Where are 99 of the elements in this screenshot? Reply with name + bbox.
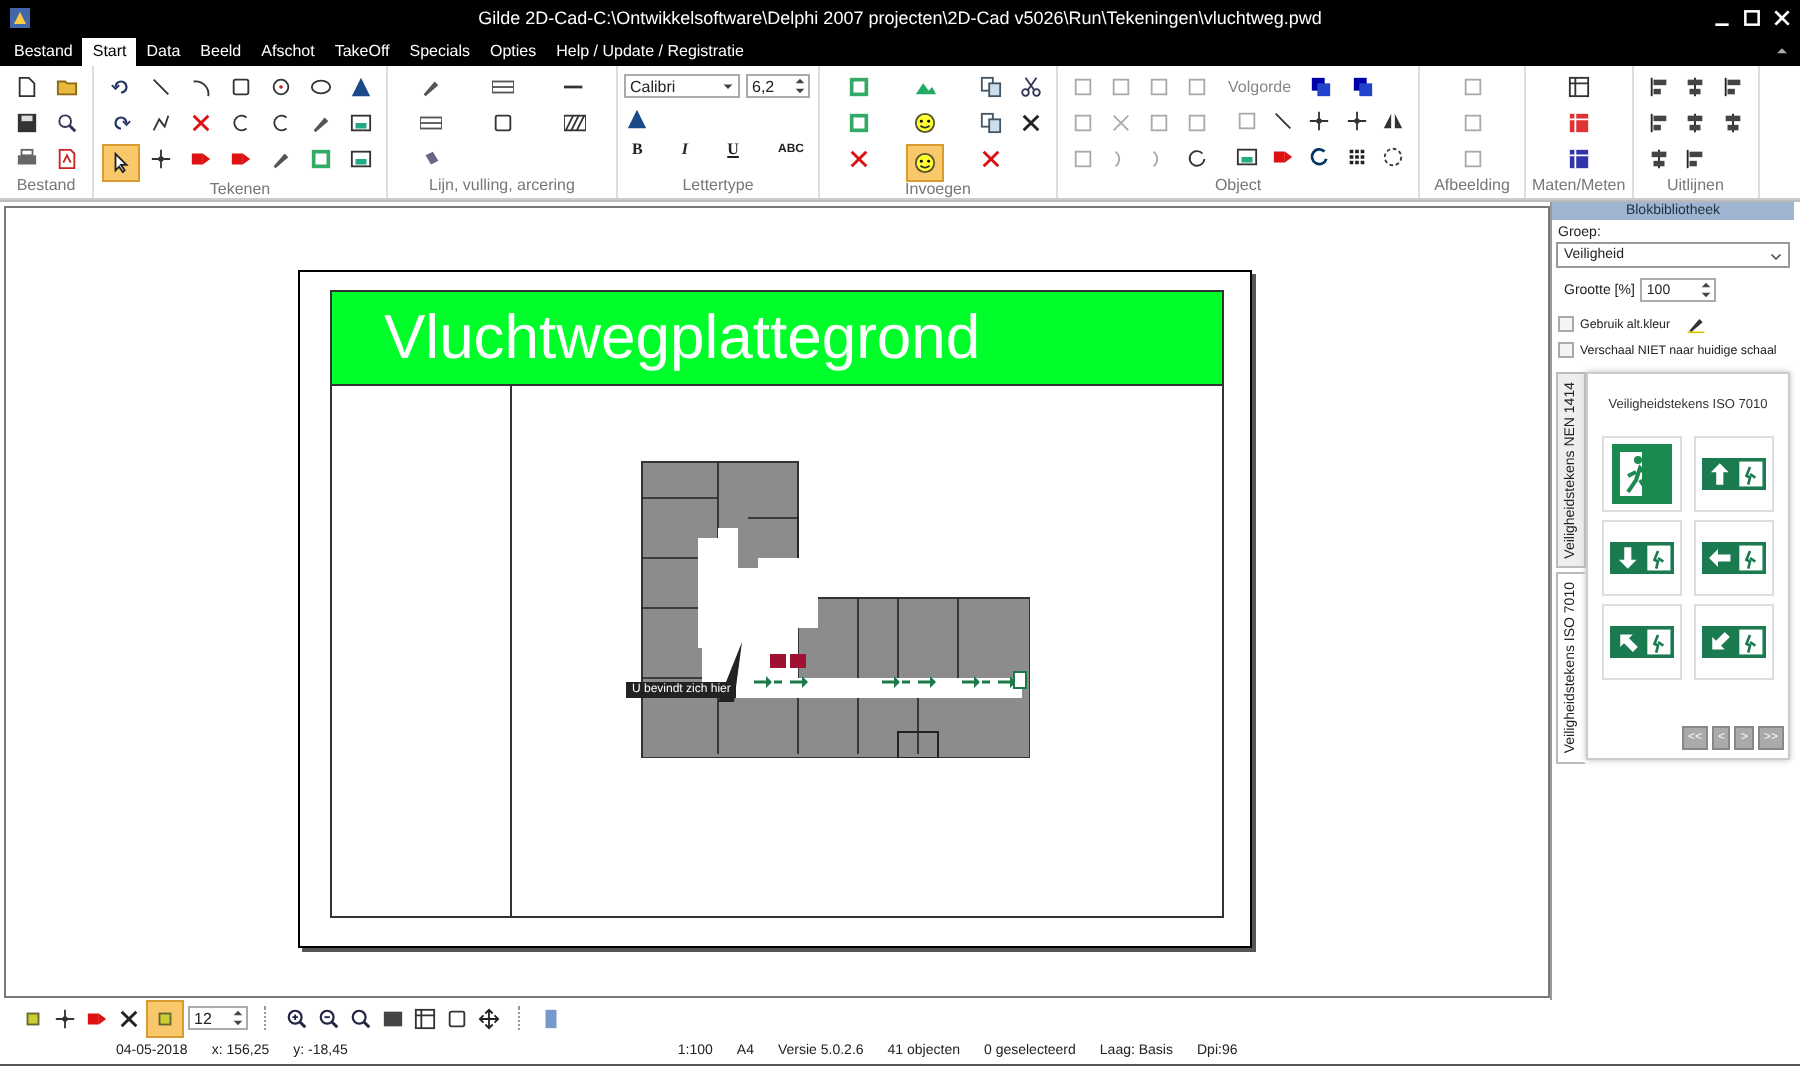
- dashed-circle-icon[interactable]: [1380, 144, 1407, 170]
- drawing-title: Vluchtwegplattegrond: [384, 302, 981, 374]
- exit-sign-icon: [1612, 444, 1672, 504]
- move-icon[interactable]: [476, 1005, 502, 1031]
- maximize-icon[interactable]: [1742, 7, 1762, 27]
- crosshair-icon[interactable]: [147, 146, 173, 172]
- hatch-icon[interactable]: [561, 110, 587, 136]
- picture-icon[interactable]: [347, 110, 373, 136]
- spinner-icon[interactable]: [1700, 280, 1713, 300]
- exit-sign-icon: [1702, 626, 1766, 658]
- table-icon[interactable]: [412, 1005, 438, 1031]
- snap-icon[interactable]: [148, 1001, 182, 1035]
- circle-icon[interactable]: [267, 74, 293, 100]
- stacked-squares-icon[interactable]: [1307, 74, 1334, 100]
- triangle-icon[interactable]: [347, 74, 373, 100]
- align-icon[interactable]: [1719, 74, 1746, 100]
- sign-tile[interactable]: [1602, 436, 1682, 512]
- smiley-icon[interactable]: [912, 110, 938, 136]
- sign-tile[interactable]: [1694, 436, 1774, 512]
- menu-tab[interactable]: Start: [82, 38, 137, 66]
- exit-sign-icon: [1702, 458, 1766, 490]
- document-icon[interactable]: [13, 74, 39, 100]
- crosshair-icon[interactable]: [1306, 108, 1333, 134]
- stacked-squares-icon[interactable]: [1349, 74, 1376, 100]
- cross-icon[interactable]: [1017, 110, 1043, 136]
- align-icon[interactable]: [1645, 110, 1672, 136]
- menu-tab[interactable]: Specials: [399, 38, 480, 66]
- group-label: Lijn, vulling, arcering: [427, 176, 577, 198]
- group-label: Object: [1212, 176, 1264, 198]
- menu-tab[interactable]: Beeld: [190, 38, 252, 66]
- group-label: Tekenen: [207, 180, 273, 202]
- font-dropdown[interactable]: Calibri: [624, 74, 740, 98]
- triangle-icon[interactable]: [624, 106, 650, 132]
- table-icon[interactable]: [1565, 74, 1591, 100]
- grid-size-field[interactable]: 12: [188, 1006, 248, 1030]
- menu-tab[interactable]: TakeOff: [324, 38, 400, 66]
- image-icon[interactable]: [307, 146, 333, 172]
- copy-icon[interactable]: [977, 74, 1003, 100]
- line-icon[interactable]: [147, 74, 173, 100]
- delete-icon[interactable]: [187, 110, 213, 136]
- crosshair-icon[interactable]: [52, 1005, 78, 1031]
- magnifier-icon[interactable]: [53, 110, 79, 136]
- ellipse-icon[interactable]: [307, 74, 333, 100]
- close-icon[interactable]: [1772, 7, 1792, 27]
- spinner-icon[interactable]: [232, 1008, 244, 1028]
- sign-tile[interactable]: [1602, 604, 1682, 680]
- zoom-in-icon[interactable]: [284, 1005, 310, 1031]
- image-icon[interactable]: [846, 110, 872, 136]
- window-title: Gilde 2D-Cad-C:\Ontwikkelsoftware\Delphi 2007 projecten\2D-Cad v5026\Run\Tekeningen\vluchtweg.pwd: [478, 7, 1322, 27]
- picture-icon[interactable]: [1233, 144, 1260, 170]
- sign-tile[interactable]: [1694, 604, 1774, 680]
- menu-tab[interactable]: Opties: [480, 38, 547, 66]
- format-button[interactable]: B: [632, 140, 643, 158]
- order-dropdown[interactable]: Volgorde: [1228, 78, 1292, 96]
- picture-icon[interactable]: [347, 146, 373, 172]
- zoom-out-icon[interactable]: [316, 1005, 342, 1031]
- sign-tile[interactable]: [1602, 520, 1682, 596]
- pdf-icon[interactable]: [53, 146, 79, 172]
- smiley-icon[interactable]: [908, 146, 942, 180]
- rectangle-icon[interactable]: [489, 110, 515, 136]
- checkbox[interactable]: [1558, 342, 1574, 358]
- pipette-icon[interactable]: [1686, 314, 1707, 334]
- align-icon[interactable]: [1645, 74, 1672, 100]
- floppy-icon[interactable]: [13, 110, 39, 136]
- polyline-icon[interactable]: [147, 110, 173, 136]
- exit-sign-icon: [1610, 626, 1674, 658]
- menu-tab[interactable]: Afschot: [251, 38, 325, 66]
- exit-sign-icon: [1610, 542, 1674, 574]
- exit-sign-icon: [1702, 542, 1766, 574]
- scissors-icon[interactable]: [1017, 74, 1043, 100]
- dropdown-arrow-icon: [722, 80, 734, 92]
- menu-tab[interactable]: Bestand: [4, 38, 83, 66]
- rotate-icon[interactable]: [1306, 144, 1333, 170]
- pointer-icon[interactable]: [103, 146, 137, 180]
- app-icon: [8, 5, 32, 29]
- line-icon[interactable]: [1270, 108, 1297, 134]
- format-button[interactable]: I: [681, 140, 689, 158]
- delete-icon[interactable]: [977, 146, 1003, 172]
- image-icon[interactable]: [846, 74, 872, 100]
- crosshair-icon[interactable]: [1343, 108, 1370, 134]
- rectangle-icon[interactable]: [227, 74, 253, 100]
- menu-tab[interactable]: Data: [136, 38, 191, 66]
- spinner-icon[interactable]: [794, 76, 806, 96]
- delete-icon[interactable]: [846, 146, 872, 172]
- sign-tile[interactable]: [1694, 520, 1774, 596]
- checkbox[interactable]: [1558, 316, 1574, 332]
- group-label: Afbeelding: [1432, 176, 1512, 198]
- group-label: Bestand: [14, 176, 78, 198]
- group-label: Lettertype: [680, 176, 756, 198]
- menu-tab[interactable]: Help / Update / Registratie: [546, 38, 754, 66]
- group-label: Maten/Meten: [1532, 176, 1626, 198]
- font-size-field[interactable]: 6,2: [746, 74, 810, 98]
- copy-icon[interactable]: [977, 110, 1003, 136]
- format-button[interactable]: U: [727, 140, 739, 158]
- group-label: Uitlijnen: [1664, 176, 1726, 198]
- search-icon[interactable]: [348, 1005, 374, 1031]
- group-label: Invoegen: [903, 180, 973, 202]
- cross-icon[interactable]: [116, 1005, 142, 1031]
- rectangle-icon[interactable]: [444, 1005, 470, 1031]
